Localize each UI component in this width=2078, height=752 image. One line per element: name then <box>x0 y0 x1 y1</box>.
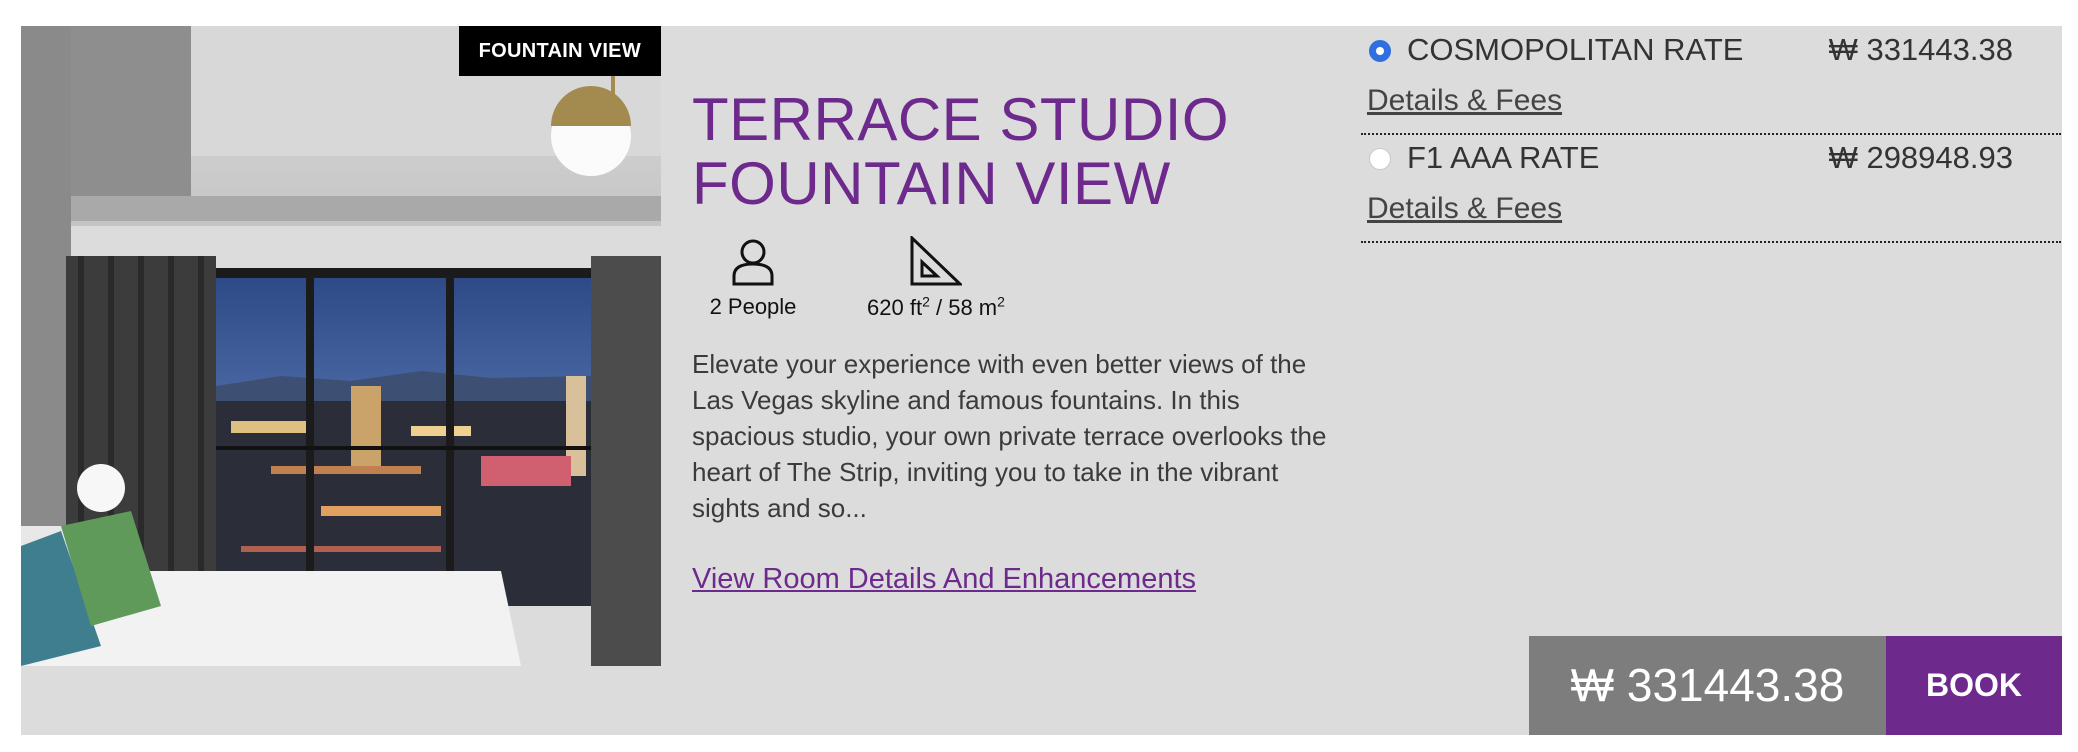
room-title-line2: FOUNTAIN VIEW <box>692 150 1171 217</box>
size-m-sup: 2 <box>997 294 1005 310</box>
rate-option-cosmopolitan[interactable]: COSMOPOLITAN RATE ₩ 331443.38 Details & … <box>1361 26 2061 135</box>
room-card: FOUNTAIN VIEW TERRACE STUDIO FOUNTAIN VI… <box>21 26 2062 735</box>
size-ft: 620 ft <box>867 295 923 321</box>
rate-name: F1 AAA RATE <box>1407 140 1600 175</box>
total-price: ₩ 331443.38 <box>1529 636 1886 735</box>
size-m: / 58 m <box>929 295 998 321</box>
person-icon <box>732 239 774 286</box>
rate-price: ₩ 298948.93 <box>1828 140 2013 175</box>
rate-name: COSMOPOLITAN RATE <box>1407 32 1744 67</box>
rate-radio-f1-aaa[interactable] <box>1369 148 1391 170</box>
room-photo[interactable]: FOUNTAIN VIEW <box>21 26 661 666</box>
size-label: 620 ft2 / 58 m2 <box>867 294 1005 321</box>
photo-badge: FOUNTAIN VIEW <box>458 26 661 76</box>
room-details-link[interactable]: View Room Details And Enhancements <box>692 563 1196 596</box>
room-description: Elevate your experience with even better… <box>692 349 1327 523</box>
size-ft-sup: 2 <box>922 294 930 310</box>
occupancy-amenity: 2 People <box>703 238 803 320</box>
room-title: TERRACE STUDIO FOUNTAIN VIEW <box>692 88 1312 216</box>
set-square-icon <box>910 236 962 286</box>
room-photo-image <box>21 26 661 666</box>
occupancy-label: 2 People <box>709 294 797 319</box>
details-fees-link[interactable]: Details & Fees <box>1367 192 1562 226</box>
details-fees-link[interactable]: Details & Fees <box>1367 84 1562 118</box>
size-amenity: 620 ft2 / 58 m2 <box>846 236 1026 321</box>
rate-option-f1-aaa[interactable]: F1 AAA RATE ₩ 298948.93 Details & Fees <box>1361 134 2061 243</box>
rate-price: ₩ 331443.38 <box>1828 32 2013 67</box>
room-title-line1: TERRACE STUDIO <box>692 86 1230 153</box>
book-button[interactable]: BOOK <box>1886 636 2062 735</box>
rate-radio-cosmopolitan[interactable] <box>1369 40 1391 62</box>
